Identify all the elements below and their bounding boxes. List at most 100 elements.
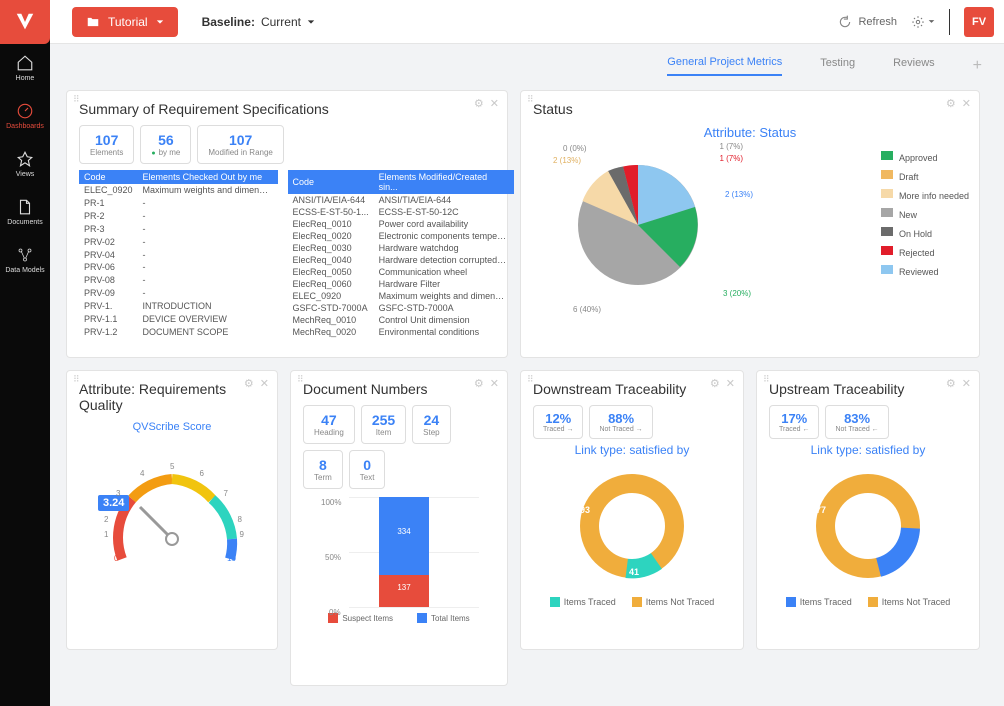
stat-traced[interactable]: 12%Traced → [533, 405, 583, 439]
drag-handle-icon[interactable]: ⠿ [73, 97, 81, 101]
table-row[interactable]: ElecReq_0020Electronic components temper… [288, 230, 514, 242]
card-title: Attribute: Requirements Quality [79, 381, 265, 413]
stat-by-me[interactable]: 56by me [140, 125, 191, 164]
nav-label: Home [16, 75, 35, 82]
donut-subtitle: Link type: satisfied by [533, 443, 731, 457]
tab-general[interactable]: General Project Metrics [667, 56, 782, 76]
drag-handle-icon[interactable]: ⠿ [527, 377, 535, 381]
stat-box[interactable]: 255Item [361, 405, 406, 444]
table-row[interactable]: PRV-08- [79, 274, 278, 287]
nav-label: Views [16, 171, 35, 178]
tutorial-dropdown[interactable]: Tutorial [72, 7, 178, 37]
stat-box[interactable]: 0Text [349, 450, 386, 489]
gauge-chart: 3.24 0 1 2 3 4 5 6 7 8 9 10 [92, 439, 252, 569]
tutorial-label: Tutorial [108, 15, 148, 29]
table-row[interactable]: PRV-04- [79, 248, 278, 261]
drag-handle-icon[interactable]: ⠿ [763, 377, 771, 381]
gear-icon[interactable]: ⚙ [244, 377, 254, 390]
close-icon[interactable]: ✕ [962, 377, 971, 390]
gear-icon[interactable]: ⚙ [474, 377, 484, 390]
donut-chart: 277 57 [803, 461, 933, 591]
table-row[interactable]: ElecReq_0050Communication wheel [288, 266, 514, 278]
app-logo[interactable] [0, 0, 50, 44]
card-title: Upstream Traceability [769, 381, 967, 397]
settings-dropdown[interactable] [911, 15, 935, 29]
nav-label: Data Models [5, 267, 44, 274]
table-row[interactable]: PRV-09- [79, 287, 278, 300]
table-row[interactable]: PR-3- [79, 222, 278, 235]
drag-handle-icon[interactable]: ⠿ [297, 377, 305, 381]
stat-box[interactable]: 8Term [303, 450, 343, 489]
stat-box[interactable]: 24Step [412, 405, 450, 444]
table-row[interactable]: ANSI/TIA/EIA-644ANSI/TIA/EIA-644 [288, 194, 514, 206]
stat-not-traced[interactable]: 88%Not Traced → [589, 405, 652, 439]
add-tab-button[interactable]: + [973, 57, 982, 75]
drag-handle-icon[interactable]: ⠿ [527, 97, 535, 101]
table-row[interactable]: MechReq_0020Environmental conditions [288, 326, 514, 338]
stat-modified[interactable]: 107Modified in Range [197, 125, 283, 164]
close-icon[interactable]: ✕ [726, 377, 735, 390]
table-row[interactable]: PR-1- [79, 197, 278, 210]
gear-icon[interactable]: ⚙ [474, 97, 484, 110]
legend-item: More info needed [881, 189, 969, 203]
table-row[interactable]: ELEC_0920Maximum weights and dimensio... [79, 184, 278, 197]
stat-not-traced[interactable]: 83%Not Traced ← [825, 405, 888, 439]
card-status: ⠿ ⚙✕ Status Attribute: Status 0 (0%) 2 (… [520, 90, 980, 358]
close-icon[interactable]: ✕ [260, 377, 269, 390]
nav-views[interactable]: Views [0, 140, 50, 188]
gear-icon[interactable]: ⚙ [946, 377, 956, 390]
close-icon[interactable]: ✕ [962, 97, 971, 110]
gear-icon[interactable]: ⚙ [710, 377, 720, 390]
table-row[interactable]: PR-2- [79, 210, 278, 223]
card-quality: ⠿ ⚙✕ Attribute: Requirements Quality QVS… [66, 370, 278, 650]
drag-handle-icon[interactable]: ⠿ [73, 377, 81, 381]
table-row[interactable]: ElecReq_0030Hardware watchdog [288, 242, 514, 254]
legend-item: Draft [881, 170, 969, 184]
nav-documents[interactable]: Documents [0, 188, 50, 236]
table-row[interactable]: PRV-02- [79, 235, 278, 248]
user-avatar[interactable]: FV [964, 7, 994, 37]
donut-legend: Items Traced Items Not Traced [533, 597, 731, 607]
refresh-icon [838, 15, 852, 29]
nav-data-models[interactable]: Data Models [0, 236, 50, 284]
pie-legend: ApprovedDraftMore info neededNewOn HoldR… [881, 151, 969, 284]
nav-dashboards[interactable]: Dashboards [0, 92, 50, 140]
table-row[interactable]: PRV-06- [79, 261, 278, 274]
legend-item: Rejected [881, 246, 969, 260]
table-row[interactable]: ELEC_0920Maximum weights and dimensio... [288, 290, 514, 302]
pie-chart: 0 (0%) 2 (13%) 1 (7%) 1 (7%) 2 (13%) 3 (… [563, 150, 733, 320]
legend-item: Reviewed [881, 265, 969, 279]
stat-elements[interactable]: 107Elements [79, 125, 134, 164]
stat-traced[interactable]: 17%Traced ← [769, 405, 819, 439]
table-row[interactable]: PRV-1.INTRODUCTION [79, 299, 278, 312]
gauge-icon [16, 102, 34, 120]
tab-reviews[interactable]: Reviews [893, 57, 935, 75]
stat-box[interactable]: 47Heading [303, 405, 355, 444]
graph-icon [16, 246, 34, 264]
table-row[interactable]: ElecReq_0040Hardware detection corrupted… [288, 254, 514, 266]
gear-icon[interactable]: ⚙ [946, 97, 956, 110]
table-row[interactable]: ECSS-E-ST-50-1...ECSS-E-ST-50-12C [288, 206, 514, 218]
table-row[interactable]: MechReq_0010Control Unit dimension [288, 314, 514, 326]
refresh-button[interactable]: Refresh [838, 15, 897, 29]
tab-testing[interactable]: Testing [820, 57, 855, 75]
folder-icon [86, 15, 100, 29]
donut-chart: 293 41 [567, 461, 697, 591]
bar-chart: 100% 50% 0% 137 334 [319, 497, 479, 607]
baseline-selector[interactable]: Baseline: Current [202, 15, 315, 29]
table-row[interactable]: ElecReq_0010Power cord availability [288, 218, 514, 230]
close-icon[interactable]: ✕ [490, 377, 499, 390]
nav-label: Dashboards [6, 123, 44, 130]
nav-label: Documents [7, 219, 42, 226]
table-row[interactable]: PRV-1.2DOCUMENT SCOPE [79, 325, 278, 338]
legend-item: Approved [881, 151, 969, 165]
table-row[interactable]: ElecReq_0060Hardware Filter [288, 278, 514, 290]
table-row[interactable]: GSFC-STD-7000AGSFC-STD-7000A [288, 302, 514, 314]
gear-icon [911, 15, 925, 29]
card-title: Downstream Traceability [533, 381, 731, 397]
nav-home[interactable]: Home [0, 44, 50, 92]
table-modified: CodeElements Modified/Created sin...ANSI… [288, 170, 514, 338]
close-icon[interactable]: ✕ [490, 97, 499, 110]
donut-legend: Items Traced Items Not Traced [769, 597, 967, 607]
table-row[interactable]: PRV-1.1DEVICE OVERVIEW [79, 312, 278, 325]
